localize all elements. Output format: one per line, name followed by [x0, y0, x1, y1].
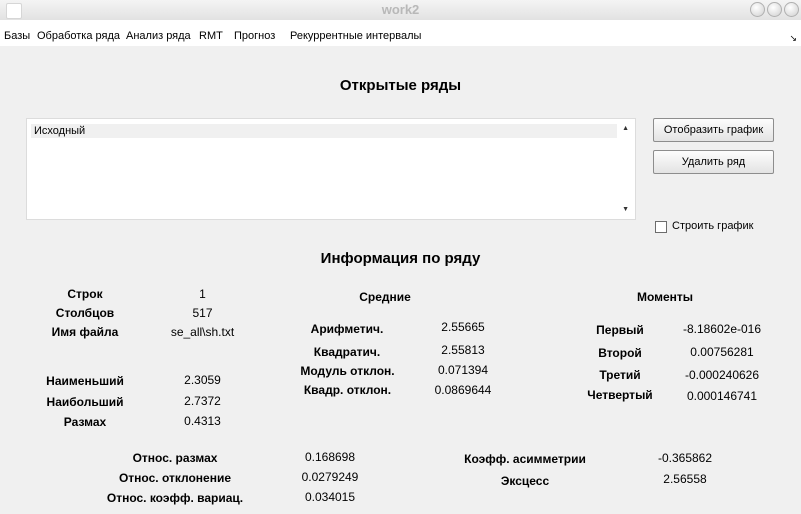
rows-value: 1: [199, 287, 206, 301]
list-item[interactable]: Исходный: [31, 124, 617, 138]
open-series-heading: Открытые ряды: [339, 77, 462, 94]
kurtosis-label: Эксцесс: [500, 474, 550, 488]
range-label: Размах: [63, 415, 107, 429]
min-label: Наименьший: [46, 374, 124, 388]
close-button[interactable]: [784, 2, 799, 17]
main-panel: [0, 46, 801, 514]
file-value: se_all\sh.txt: [170, 325, 235, 339]
title-bar: work2: [0, 0, 801, 20]
rel-range-value: 0.168698: [304, 450, 356, 464]
rms-label: Квадр. отклон.: [303, 383, 392, 397]
menu-series-analysis[interactable]: Анализ ряда: [126, 30, 191, 42]
second-label: Второй: [598, 346, 642, 360]
skewness-label: Коэфф. асимметрии: [464, 452, 586, 466]
build-plot-checkbox[interactable]: [655, 221, 667, 233]
cols-label: Столбцов: [55, 306, 115, 320]
file-label: Имя файла: [51, 325, 119, 339]
menu-forecast[interactable]: Прогноз: [234, 30, 275, 42]
menu-series-processing[interactable]: Обработка ряда: [37, 30, 120, 42]
kurtosis-value: 2.56558: [663, 472, 707, 486]
cols-value: 517: [192, 306, 213, 320]
rms-value: 0.0869644: [434, 383, 492, 397]
arith-label: Арифметич.: [310, 322, 384, 336]
window-title: work2: [381, 2, 420, 17]
menu-bases[interactable]: Базы: [4, 30, 30, 42]
maximize-button[interactable]: [767, 2, 782, 17]
first-label: Первый: [596, 323, 644, 337]
scroll-up-icon[interactable]: ▲: [622, 125, 629, 132]
mad-value: 0.071394: [437, 363, 489, 377]
second-value: 0.00756281: [690, 345, 754, 359]
menu-bar: Базы Обработка ряда Анализ ряда RMT Прог…: [0, 28, 801, 46]
scroll-down-icon[interactable]: ▼: [622, 206, 629, 213]
mad-label: Модуль отклон.: [300, 364, 395, 378]
min-value: 2.3059: [184, 373, 221, 387]
delete-series-button[interactable]: Удалить ряд: [653, 150, 774, 174]
quad-value: 2.55813: [441, 343, 485, 357]
arith-value: 2.55665: [441, 320, 485, 334]
series-listbox[interactable]: Исходный ▲ ▼: [26, 118, 636, 220]
rel-cv-value: 0.034015: [304, 490, 356, 504]
max-label: Наибольший: [46, 395, 124, 409]
rel-dev-value: 0.0279249: [301, 470, 359, 484]
show-plot-button[interactable]: Отобразить график: [653, 118, 774, 142]
max-value: 2.7372: [184, 394, 221, 408]
means-heading: Средние: [359, 290, 411, 304]
rel-cv-label: Относ. коэфф. вариац.: [106, 491, 244, 505]
third-label: Третий: [599, 368, 641, 382]
third-value: -0.000240626: [684, 368, 760, 382]
info-heading: Информация по ряду: [320, 250, 481, 267]
fourth-value: 0.000146741: [686, 389, 758, 403]
build-plot-label: Строить график: [672, 220, 754, 232]
first-value: -8.18602e-016: [682, 322, 762, 336]
rows-label: Строк: [67, 287, 103, 301]
range-value: 0.4313: [184, 414, 221, 428]
rel-dev-label: Относ. отклонение: [118, 471, 232, 485]
menu-rmt[interactable]: RMT: [199, 30, 223, 42]
menu-recurrent-intervals[interactable]: Рекуррентные интервалы: [290, 30, 421, 42]
rel-range-label: Относ. размах: [132, 451, 218, 465]
skewness-value: -0.365862: [657, 451, 713, 465]
moments-heading: Моменты: [636, 290, 694, 304]
quad-label: Квадратич.: [313, 345, 381, 359]
menu-overflow-icon[interactable]: ↘: [789, 33, 797, 44]
minimize-button[interactable]: [750, 2, 765, 17]
